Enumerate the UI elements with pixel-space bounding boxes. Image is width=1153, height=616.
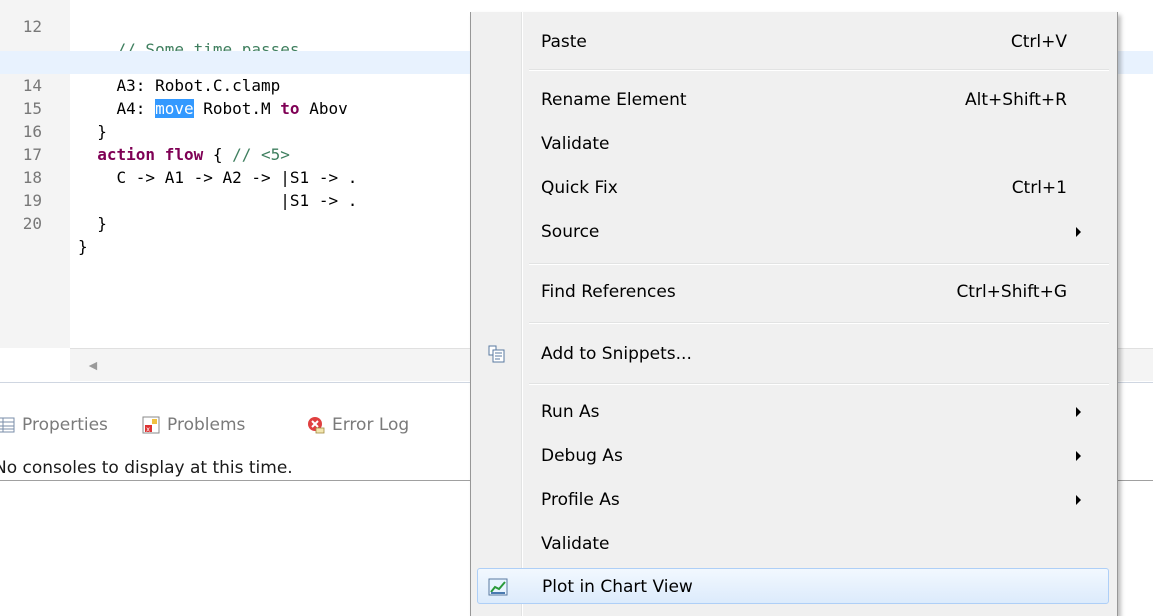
console-message-text: No consoles to display at this time.: [0, 458, 293, 478]
menu-item-profile-as[interactable]: Profile As: [477, 482, 1109, 518]
menu-item-label: Add to Snippets...: [541, 344, 692, 364]
tab-label: Properties: [22, 415, 108, 435]
line-number: 20: [22, 214, 42, 233]
scroll-left-icon[interactable]: ◄: [86, 357, 100, 373]
submenu-arrow-icon: [1076, 407, 1081, 417]
submenu-arrow-icon: [1076, 495, 1081, 505]
menu-item-validate-2[interactable]: Validate: [477, 526, 1109, 562]
menu-item-validate[interactable]: Validate: [477, 126, 1109, 162]
menu-item-debug-as[interactable]: Debug As: [477, 438, 1109, 474]
submenu-arrow-icon: [1076, 451, 1081, 461]
submenu-arrow-icon: [1076, 227, 1081, 237]
menu-item-shortcut: Alt+Shift+R: [965, 90, 1067, 110]
code-text: }: [78, 214, 107, 233]
context-menu: Paste Ctrl+V Rename Element Alt+Shift+R …: [470, 12, 1118, 616]
menu-item-label: Paste: [541, 32, 587, 52]
problems-icon: x: [141, 415, 161, 435]
menu-item-add-to-snippets[interactable]: Add to Snippets...: [477, 336, 1109, 372]
menu-item-label: Rename Element: [541, 90, 687, 110]
menu-item-find-references[interactable]: Find References Ctrl+Shift+G: [477, 274, 1109, 310]
tab-error-log[interactable]: Error Log: [306, 411, 409, 439]
menu-item-label: Plot in Chart View: [542, 577, 693, 597]
menu-item-label: Find References: [541, 282, 676, 302]
menu-item-rename-element[interactable]: Rename Element Alt+Shift+R: [477, 82, 1109, 118]
menu-separator: [529, 383, 1109, 385]
menu-separator: [529, 322, 1109, 324]
menu-item-shortcut: Ctrl+Shift+G: [956, 282, 1067, 302]
tab-label: Error Log: [332, 415, 410, 435]
menu-item-label: Source: [541, 222, 600, 242]
menu-item-shortcut: Ctrl+V: [1010, 32, 1067, 52]
menu-item-shortcut: Ctrl+1: [1011, 178, 1067, 198]
menu-item-label: Quick Fix: [541, 178, 618, 198]
tab-problems[interactable]: x Problems: [141, 411, 245, 439]
menu-item-plot-in-chart-view[interactable]: Plot in Chart View: [477, 568, 1109, 604]
menu-item-paste[interactable]: Paste Ctrl+V: [477, 24, 1109, 60]
menu-item-label: Validate: [541, 534, 610, 554]
properties-icon: [0, 415, 16, 435]
menu-separator: [529, 69, 1109, 71]
menu-item-label: Validate: [541, 134, 610, 154]
menu-item-source[interactable]: Source: [477, 214, 1109, 250]
menu-item-label: Debug As: [541, 446, 623, 466]
tab-properties[interactable]: Properties: [0, 411, 108, 439]
menu-item-label: Run As: [541, 402, 600, 422]
menu-item-run-as[interactable]: Run As: [477, 394, 1109, 430]
menu-separator: [529, 263, 1109, 265]
snippets-icon: [487, 344, 507, 364]
error-log-icon: [306, 415, 326, 435]
menu-item-quick-fix[interactable]: Quick Fix Ctrl+1: [477, 170, 1109, 206]
svg-text:x: x: [146, 426, 150, 434]
code-text: }: [78, 237, 88, 256]
tab-label: Problems: [167, 415, 246, 435]
chart-icon: [488, 577, 508, 597]
menu-item-label: Profile As: [541, 490, 620, 510]
